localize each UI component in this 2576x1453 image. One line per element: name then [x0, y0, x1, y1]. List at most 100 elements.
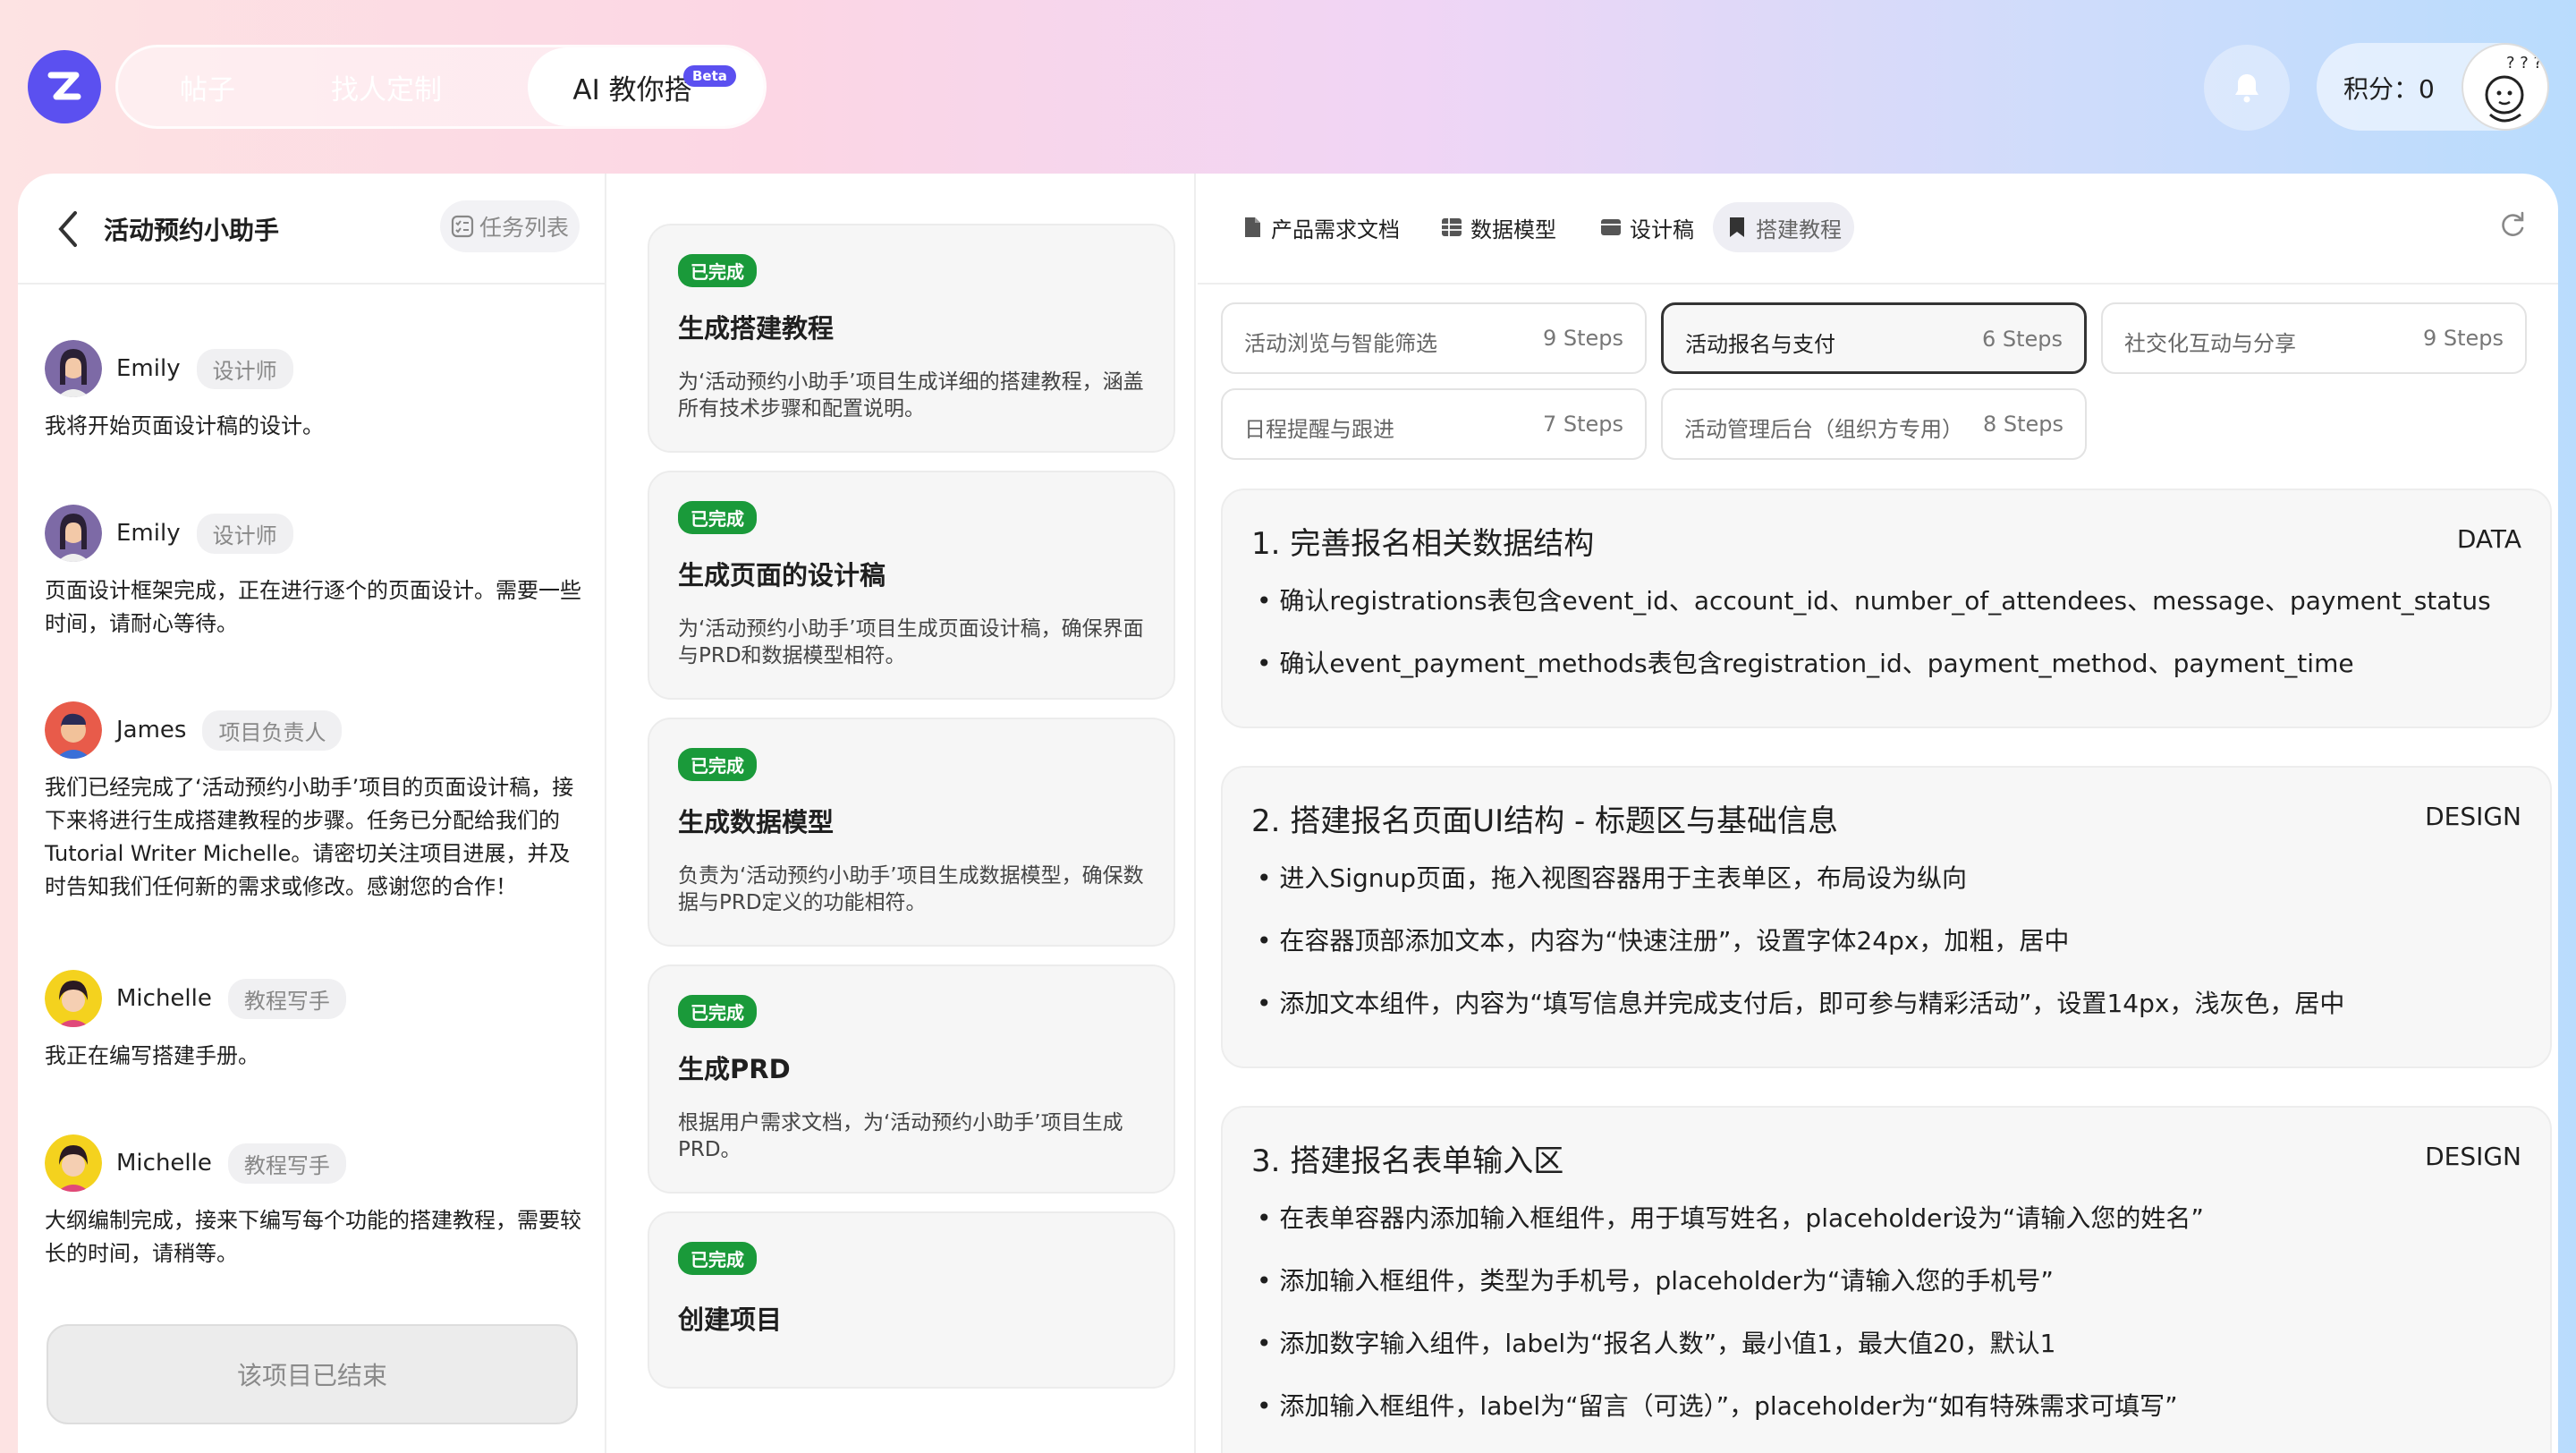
chat-message: Michelle 教程写手 我正在编写搭建手册。 [45, 970, 581, 1073]
step-item: 确认event_payment_methods表包含registration_i… [1257, 646, 2491, 709]
task-list-button[interactable]: 任务列表 [440, 200, 580, 252]
sender-role-badge: 教程写手 [227, 1143, 346, 1184]
tab-design[interactable]: 设计稿 [1587, 202, 1707, 252]
sender-name: Michelle [116, 1150, 212, 1177]
chat-header: 活动预约小助手 任务列表 [18, 174, 605, 285]
step-items: 确认registrations表包含event_id、account_id、nu… [1257, 583, 2491, 709]
step-item: 进入Signup页面，拖入视图容器用于主表单区，布局设为纵向 [1257, 861, 2344, 923]
feature-chip[interactable]: 社交化互动与分享 9 Steps [2101, 302, 2527, 374]
status-badge: 已完成 [678, 748, 757, 781]
notification-button[interactable] [2204, 45, 2290, 131]
avatar-michelle [45, 1134, 102, 1192]
refresh-icon[interactable] [2497, 209, 2528, 240]
sender-name: Emily [116, 520, 181, 547]
step-type-tag: DESIGN [2425, 1142, 2521, 1171]
message-text: 我正在编写搭建手册。 [45, 1043, 259, 1068]
step-title: 2. 搭建报名页面UI结构 - 标题区与基础信息 [1251, 803, 1839, 839]
task-title: 生成搭建教程 [678, 313, 835, 344]
feature-steps: 9 Steps [2422, 326, 2504, 351]
message-text: 我们已经完成了‘活动预约小助手’项目的页面设计稿，接下来将进行生成搭建教程的步骤… [45, 775, 574, 899]
tutorial-step: 1. 完善报名相关数据结构 DATA 确认registrations表包含eve… [1221, 489, 2552, 728]
feature-name: 日程提醒与跟进 [1244, 417, 1394, 442]
status-badge: 已完成 [678, 1242, 757, 1275]
feature-chip[interactable]: 活动管理后台（组织方专用） 8 Steps [1661, 388, 2087, 460]
chat-message: Emily 设计师 页面设计框架完成，正在进行逐个的页面设计。需要一些时间，请耐… [45, 505, 581, 641]
feature-name: 社交化互动与分享 [2124, 331, 2296, 356]
tab-find-custom[interactable]: 找人定制 [297, 47, 476, 126]
task-card[interactable]: 已完成 生成页面的设计稿 为‘活动预约小助手’项目生成页面设计稿，确保界面与PR… [648, 471, 1175, 700]
sender-name: Emily [116, 355, 181, 382]
step-items: 进入Signup页面，拖入视图容器用于主表单区，布局设为纵向 在容器顶部添加文本… [1257, 861, 2344, 1049]
feature-chip[interactable]: 日程提醒与跟进 7 Steps [1221, 388, 1647, 460]
feature-chip[interactable]: 活动浏览与智能筛选 9 Steps [1221, 302, 1647, 374]
tab-posts[interactable]: 帖子 [118, 47, 297, 126]
tab-ai-teach-label: AI 教你搭 [572, 73, 692, 106]
tab-label: 搭建教程 [1756, 217, 1842, 242]
points-label: 积分：0 [2343, 74, 2435, 104]
tab-tutorial[interactable]: 搭建教程 [1713, 202, 1854, 252]
tab-label: 产品需求文档 [1271, 217, 1400, 242]
chat-message: Michelle 教程写手 大纲编制完成，接来下编写每个功能的搭建教程，需要较长… [45, 1134, 581, 1270]
task-title: 生成数据模型 [678, 807, 835, 837]
step-item: 在容器顶部添加文本，内容为“快速注册”，设置字体24px，加粗，居中 [1257, 923, 2344, 986]
status-badge: 已完成 [678, 995, 757, 1028]
beta-badge: Beta [683, 65, 736, 87]
task-desc: 负责为‘活动预约小助手’项目生成数据模型，确保数据与PRD定义的功能相符。 [678, 864, 1144, 914]
step-title: 1. 完善报名相关数据结构 [1251, 526, 1595, 562]
feature-steps: 9 Steps [1542, 326, 1623, 351]
avatar-doodle-icon: ? ? ? [2485, 54, 2542, 123]
step-item: 添加输入框组件，label为“留言（可选）”，placeholder为“如有特殊… [1257, 1389, 2204, 1451]
tab-data-model[interactable]: 数据模型 [1428, 202, 1569, 252]
step-items: 在表单容器内添加输入框组件，用于填写姓名，placeholder设为“请输入您的… [1257, 1201, 2204, 1451]
document-icon [1245, 217, 1260, 237]
main-nav: 帖子 找人定制 AI 教你搭 Beta [115, 45, 767, 129]
sender-name: James [116, 717, 187, 743]
message-text: 大纲编制完成，接来下编写每个功能的搭建教程，需要较长的时间，请稍等。 [45, 1208, 581, 1266]
task-title: 生成页面的设计稿 [678, 560, 886, 591]
feature-chip-selected[interactable]: 活动报名与支付 6 Steps [1661, 302, 2087, 374]
table-icon [1442, 218, 1462, 236]
feature-steps: 8 Steps [1982, 412, 2063, 437]
chat-message: Emily 设计师 我将开始页面设计稿的设计。 [45, 340, 581, 443]
task-card[interactable]: 已完成 创建项目 [648, 1211, 1175, 1389]
tutorial-step: 3. 搭建报名表单输入区 DESIGN 在表单容器内添加输入框组件，用于填写姓名… [1221, 1106, 2552, 1453]
tab-label: 设计稿 [1630, 217, 1694, 242]
back-icon[interactable] [55, 209, 82, 249]
sender-role-badge: 设计师 [196, 513, 293, 554]
avatar-emily [45, 340, 102, 397]
logo-icon [47, 72, 81, 100]
tutorial-column: 产品需求文档 数据模型 设计稿 搭建教程 活动浏览与智能筛选 9 Steps 活… [1198, 174, 2558, 1453]
step-item: 添加输入框组件，类型为手机号，placeholder为“请输入您的手机号” [1257, 1263, 2204, 1326]
layout-icon [1601, 219, 1621, 235]
task-desc: 为‘活动预约小助手’项目生成详细的搭建教程，涵盖所有技术步骤和配置说明。 [678, 370, 1144, 421]
feature-name: 活动浏览与智能筛选 [1244, 331, 1437, 356]
user-avatar[interactable]: ? ? ? [2462, 43, 2549, 131]
status-badge: 已完成 [678, 254, 757, 287]
message-text: 页面设计框架完成，正在进行逐个的页面设计。需要一些时间，请耐心等待。 [45, 578, 581, 636]
feature-name: 活动管理后台（组织方专用） [1684, 417, 1963, 442]
avatar-emily [45, 505, 102, 562]
step-item: 确认registrations表包含event_id、account_id、nu… [1257, 583, 2490, 646]
app-logo[interactable] [28, 50, 101, 123]
task-column: 已完成 生成搭建教程 为‘活动预约小助手’项目生成详细的搭建教程，涵盖所有技术步… [608, 174, 1196, 1453]
checklist-icon [451, 215, 474, 238]
task-card[interactable]: 已完成 生成PRD 根据用户需求文档，为‘活动预约小助手’项目生成PRD。 [648, 964, 1175, 1194]
task-card[interactable]: 已完成 生成搭建教程 为‘活动预约小助手’项目生成详细的搭建教程，涵盖所有技术步… [648, 224, 1175, 453]
project-title: 活动预约小助手 [104, 216, 280, 245]
sender-role-badge: 项目负责人 [202, 710, 343, 751]
tab-label: 数据模型 [1470, 217, 1556, 242]
status-badge: 已完成 [678, 501, 757, 534]
tab-prd-doc[interactable]: 产品需求文档 [1228, 202, 1412, 252]
task-desc: 为‘活动预约小助手’项目生成页面设计稿，确保界面与PRD和数据模型相符。 [678, 617, 1144, 667]
project-ended-button[interactable]: 该项目已结束 [47, 1324, 578, 1424]
step-title: 3. 搭建报名表单输入区 [1251, 1143, 1564, 1179]
bell-icon [2235, 74, 2258, 103]
task-title: 创建项目 [678, 1304, 783, 1335]
step-item: 添加文本组件，内容为“填写信息并完成支付后，即可参与精彩活动”，设置14px，浅… [1257, 986, 2344, 1049]
task-card[interactable]: 已完成 生成数据模型 负责为‘活动预约小助手’项目生成数据模型，确保数据与PRD… [648, 718, 1175, 947]
task-list-label: 任务列表 [479, 215, 569, 241]
feature-name: 活动报名与支付 [1685, 332, 1835, 357]
tutorial-step: 2. 搭建报名页面UI结构 - 标题区与基础信息 DESIGN 进入Signup… [1221, 766, 2552, 1068]
doc-tab-bar: 产品需求文档 数据模型 设计稿 搭建教程 [1198, 174, 2558, 285]
tab-ai-teach[interactable]: AI 教你搭 [528, 47, 764, 126]
